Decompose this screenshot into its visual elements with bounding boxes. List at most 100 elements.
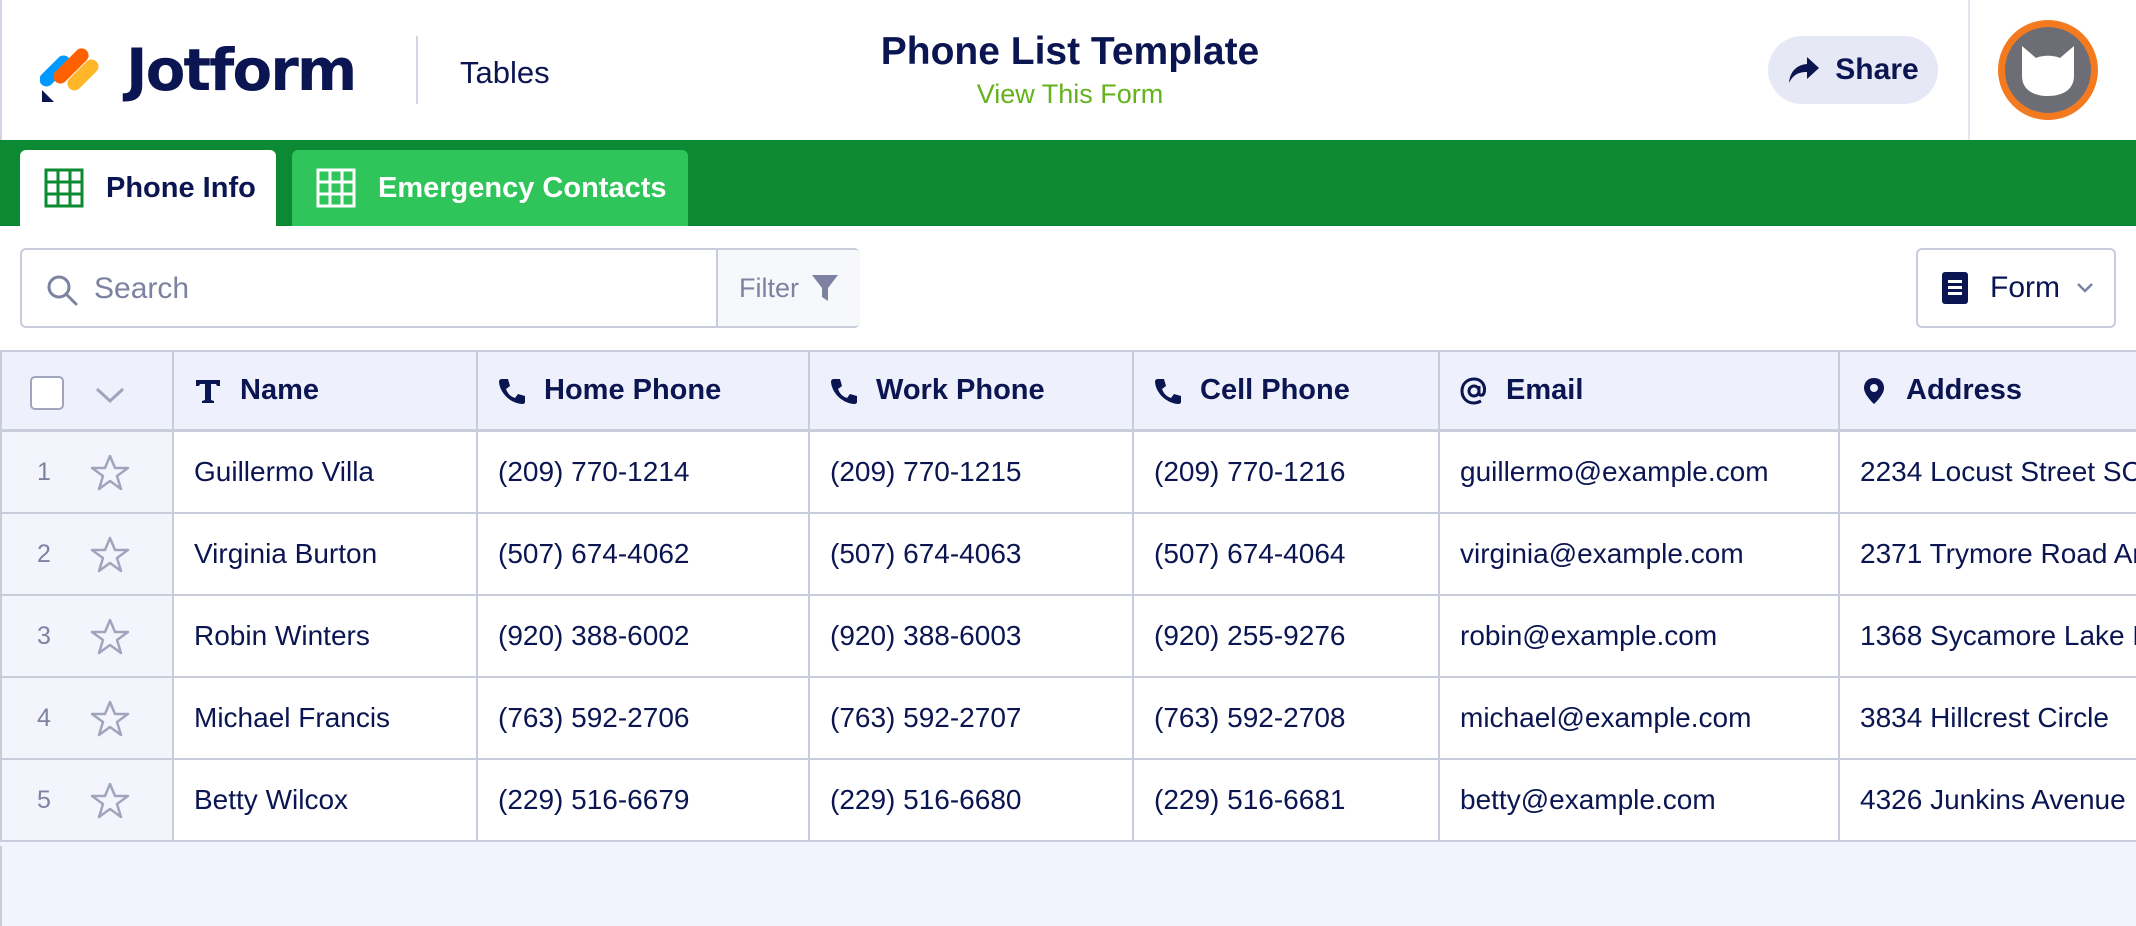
table-row[interactable]: 4 Michael Francis (763) 592-2706 (763) 5…	[0, 678, 2136, 760]
location-pin-icon	[1864, 377, 1884, 404]
cell-cell-phone[interactable]: (229) 516-6681	[1132, 760, 1440, 840]
cell-name[interactable]: Betty Wilcox	[172, 760, 478, 840]
cell-work-phone[interactable]: (507) 674-4063	[808, 514, 1134, 594]
cell-work-phone[interactable]: (209) 770-1215	[808, 432, 1134, 512]
cell-cell-phone[interactable]: (763) 592-2708	[1132, 678, 1440, 758]
share-label: Share	[1835, 53, 1919, 86]
cell-cell-phone[interactable]: (507) 674-4064	[1132, 514, 1440, 594]
cell-home-phone[interactable]: (229) 516-6679	[476, 760, 810, 840]
search-box: Filter	[20, 248, 860, 328]
cell-cell-phone[interactable]: (209) 770-1216	[1132, 432, 1440, 512]
column-label: Address	[1906, 374, 2023, 406]
star-icon[interactable]	[90, 535, 130, 575]
cell-work-phone[interactable]: (763) 592-2707	[808, 678, 1134, 758]
search-input[interactable]	[94, 264, 694, 314]
at-sign-icon	[1460, 376, 1486, 405]
star-icon[interactable]	[90, 617, 130, 657]
row-lead-cell: 2	[0, 514, 174, 594]
cat-avatar-icon	[2022, 46, 2074, 96]
cell-address[interactable]: 1368 Sycamore Lake R	[1838, 596, 2136, 676]
phone-icon	[831, 378, 857, 404]
phone-icon	[499, 378, 525, 404]
cell-name[interactable]: Robin Winters	[172, 596, 478, 676]
star-icon[interactable]	[90, 453, 130, 493]
table-header: Name Home Phone Work Phone Cell Phone Em…	[0, 350, 2136, 432]
cell-email[interactable]: robin@example.com	[1438, 596, 1840, 676]
cell-work-phone[interactable]: (229) 516-6680	[808, 760, 1134, 840]
filter-label: Filter	[739, 272, 799, 303]
table-grid-icon	[44, 168, 84, 208]
jotform-logo[interactable]: Jotform	[40, 36, 357, 104]
jotform-logo-icon	[40, 48, 99, 102]
avatar-image	[2005, 27, 2091, 113]
section-label[interactable]: Tables	[460, 55, 550, 91]
chevron-down-icon	[2077, 283, 2093, 293]
column-header-name[interactable]: Name	[172, 352, 478, 429]
cell-email[interactable]: guillermo@example.com	[1438, 432, 1840, 512]
row-number: 2	[37, 539, 51, 568]
cell-home-phone[interactable]: (209) 770-1214	[476, 432, 810, 512]
cell-cell-phone[interactable]: (920) 255-9276	[1132, 596, 1440, 676]
column-label: Name	[240, 374, 319, 406]
star-icon[interactable]	[90, 699, 130, 739]
table-row[interactable]: 5 Betty Wilcox (229) 516-6679 (229) 516-…	[0, 760, 2136, 842]
cell-home-phone[interactable]: (507) 674-4062	[476, 514, 810, 594]
cell-address[interactable]: 4326 Junkins Avenue	[1838, 760, 2136, 840]
toolbar: Filter Form	[0, 226, 2136, 352]
row-lead-cell: 3	[0, 596, 174, 676]
cell-home-phone[interactable]: (920) 388-6002	[476, 596, 810, 676]
cell-address[interactable]: 3834 Hillcrest Circle	[1838, 678, 2136, 758]
title-block: Phone List Template View This Form	[770, 30, 1370, 112]
star-icon[interactable]	[90, 781, 130, 821]
cell-name[interactable]: Michael Francis	[172, 678, 478, 758]
cell-name[interactable]: Virginia Burton	[172, 514, 478, 594]
search-icon	[47, 275, 78, 306]
tab-bar: Phone Info Emergency Contacts	[0, 140, 2136, 226]
header-lead-cell	[0, 352, 174, 429]
column-label: Email	[1506, 374, 1584, 406]
column-header-address[interactable]: Address	[1838, 352, 2136, 429]
column-header-email[interactable]: Email	[1438, 352, 1840, 429]
page-title: Phone List Template	[880, 30, 1260, 73]
tab-emergency-contacts[interactable]: Emergency Contacts	[292, 150, 688, 226]
form-view-button[interactable]: Form	[1916, 248, 2116, 328]
document-icon	[1942, 272, 1968, 304]
chevron-down-icon[interactable]	[94, 386, 126, 404]
row-number: 3	[37, 621, 51, 650]
filter-button[interactable]: Filter	[716, 250, 860, 326]
cell-name[interactable]: Guillermo Villa	[172, 432, 478, 512]
tab-label: Emergency Contacts	[378, 171, 667, 204]
view-form-link[interactable]: View This Form	[977, 76, 1164, 112]
text-type-icon	[196, 379, 220, 403]
column-header-home-phone[interactable]: Home Phone	[476, 352, 810, 429]
cell-address[interactable]: 2371 Trymore Road An	[1838, 514, 2136, 594]
row-lead-cell: 4	[0, 678, 174, 758]
cell-work-phone[interactable]: (920) 388-6003	[808, 596, 1134, 676]
column-header-work-phone[interactable]: Work Phone	[808, 352, 1134, 429]
column-header-cell-phone[interactable]: Cell Phone	[1132, 352, 1440, 429]
table-empty-area	[0, 846, 2136, 926]
cell-email[interactable]: michael@example.com	[1438, 678, 1840, 758]
table-row[interactable]: 2 Virginia Burton (507) 674-4062 (507) 6…	[0, 514, 2136, 596]
row-number: 4	[37, 703, 51, 732]
header-divider-right	[1968, 0, 1970, 140]
cell-email[interactable]: betty@example.com	[1438, 760, 1840, 840]
row-lead-cell: 1	[0, 432, 174, 512]
cell-home-phone[interactable]: (763) 592-2706	[476, 678, 810, 758]
tab-phone-info[interactable]: Phone Info	[20, 150, 276, 226]
cell-address[interactable]: 2234 Locust Street SC	[1838, 432, 2136, 512]
select-all-checkbox[interactable]	[30, 376, 64, 410]
share-button[interactable]: Share	[1768, 36, 1938, 104]
row-number: 5	[37, 785, 51, 814]
share-arrow-icon	[1789, 57, 1820, 83]
brand-name: Jotform	[126, 36, 357, 104]
table-row[interactable]: 1 Guillermo Villa (209) 770-1214 (209) 7…	[0, 432, 2136, 514]
cell-email[interactable]: virginia@example.com	[1438, 514, 1840, 594]
row-lead-cell: 5	[0, 760, 174, 840]
avatar[interactable]	[1998, 20, 2098, 120]
table-row[interactable]: 3 Robin Winters (920) 388-6002 (920) 388…	[0, 596, 2136, 678]
column-label: Home Phone	[544, 374, 722, 406]
app-header: Jotform Tables Phone List Template View …	[0, 0, 2136, 140]
header-divider	[416, 36, 418, 104]
funnel-icon	[812, 275, 838, 301]
